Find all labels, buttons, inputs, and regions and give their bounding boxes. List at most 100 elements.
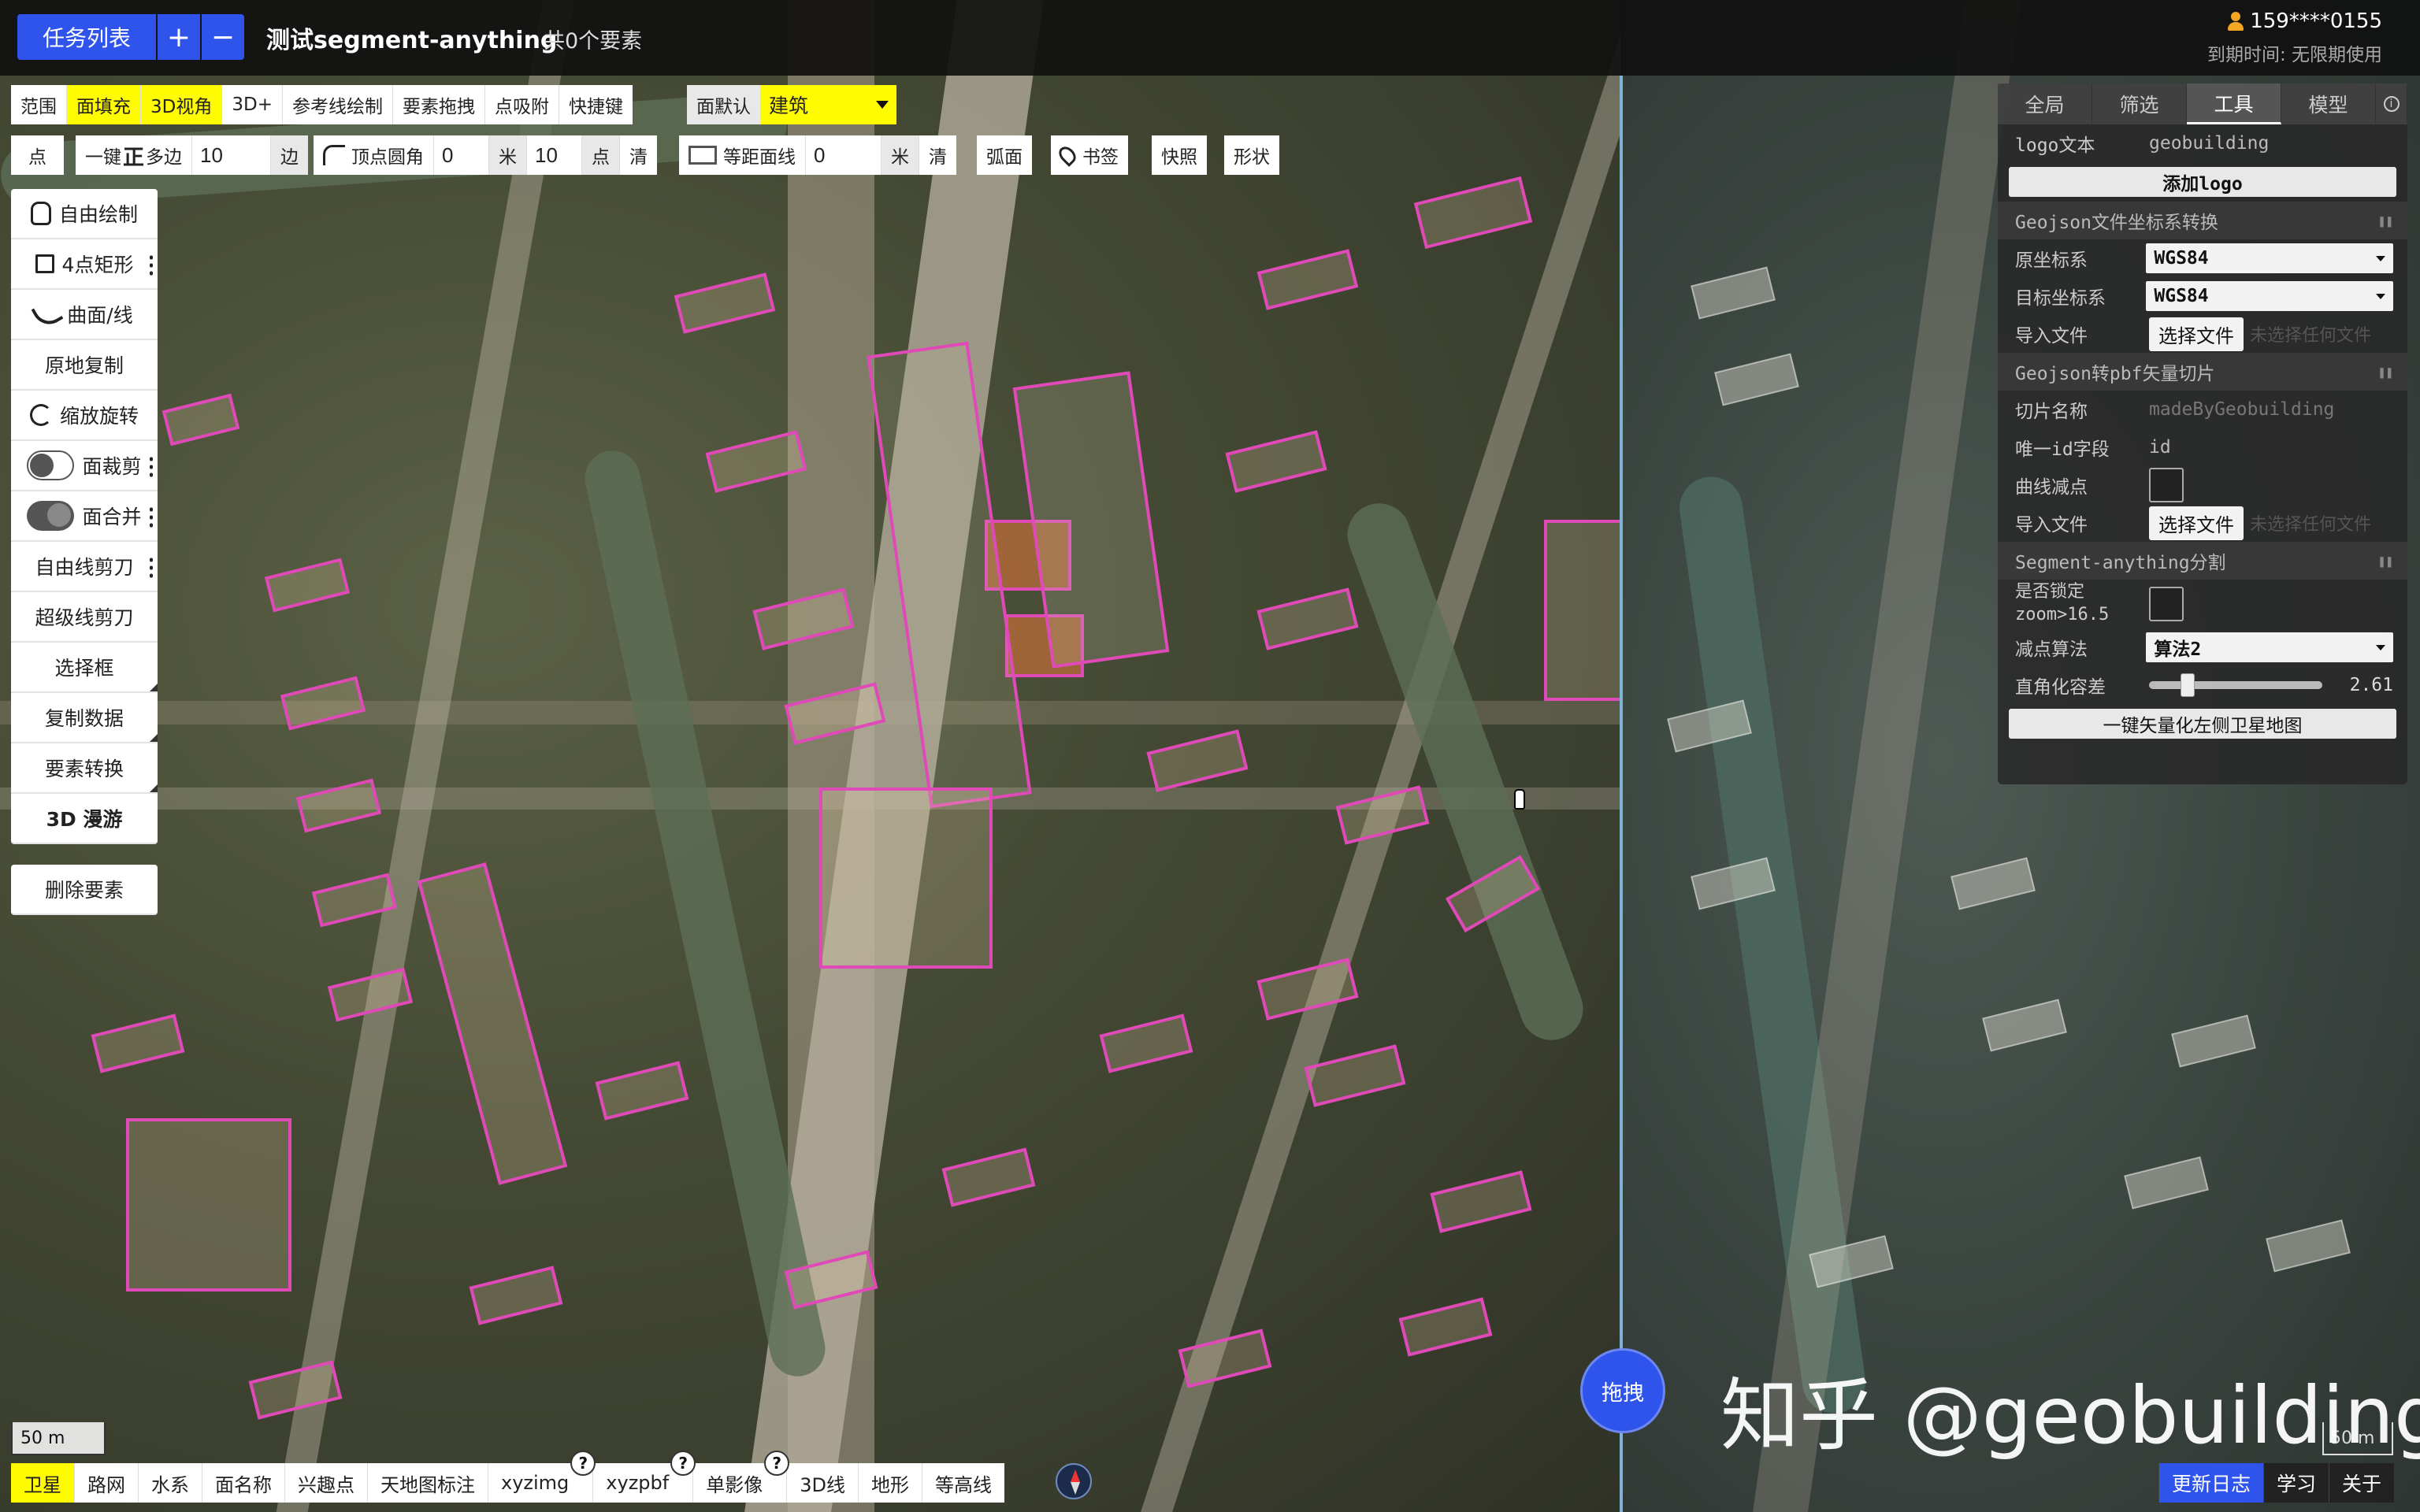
sam-section[interactable]: Segment-anything分割 ❚❚ <box>1998 542 2407 580</box>
scale-rotate-button[interactable]: 缩放旋转 <box>11 391 158 441</box>
src-crs-select[interactable]: WGS84 <box>2146 243 2393 273</box>
clear-equidistant-button[interactable]: 清 <box>919 135 956 175</box>
roam-3d-button[interactable]: 3D 漫游 <box>11 794 158 844</box>
map-polygon[interactable] <box>1099 1014 1193 1073</box>
help-icon[interactable]: ? <box>670 1451 696 1476</box>
feature-drag-button[interactable]: 要素拖拽 <box>392 85 485 124</box>
layer-poi[interactable]: 兴趣点 <box>285 1463 368 1503</box>
rect4-button[interactable]: 4点矩形 <box>11 239 158 290</box>
lock-zoom-checkbox[interactable] <box>2149 587 2184 621</box>
map-polygon[interactable] <box>469 1266 563 1325</box>
tab-filter[interactable]: 筛选 <box>2092 83 2187 124</box>
pbf-section[interactable]: Geojson转pbf矢量切片 ❚❚ <box>1998 353 2407 391</box>
range-button[interactable]: 范围 <box>11 85 67 124</box>
help-icon[interactable]: ? <box>764 1451 790 1476</box>
map-polygon[interactable] <box>1413 176 1533 250</box>
fill-toggle[interactable]: 面填充 <box>67 85 141 124</box>
bookmark-button[interactable]: 书签 <box>1051 135 1128 175</box>
layer-roads[interactable]: 路网 <box>75 1463 139 1503</box>
view-3d-toggle[interactable]: 3D视角 <box>141 85 223 124</box>
map-polygon[interactable] <box>1178 1329 1272 1388</box>
split-divider[interactable] <box>1620 76 1623 1512</box>
face-clip-button[interactable]: 面裁剪 <box>11 441 158 491</box>
layer-satellite[interactable]: 卫星 <box>11 1463 75 1503</box>
free-cut-button[interactable]: 自由线剪刀 <box>11 542 158 592</box>
map-polygon[interactable] <box>264 558 351 613</box>
more-options-icon[interactable] <box>150 556 153 578</box>
map-polygon[interactable] <box>280 676 366 731</box>
map-polygon[interactable] <box>1256 249 1359 310</box>
map-polygon[interactable] <box>941 1147 1036 1207</box>
add-task-button[interactable]: + <box>158 14 200 60</box>
super-cut-button[interactable]: 超级线剪刀 <box>11 592 158 643</box>
panel-info-button[interactable]: i <box>2376 83 2407 124</box>
map-polygon[interactable] <box>752 587 855 650</box>
tile-name-input[interactable]: madeByGeobuilding <box>2149 399 2393 420</box>
round-radius-input[interactable] <box>434 135 489 175</box>
curve-button[interactable]: 曲面/线 <box>11 290 158 340</box>
map-polygon[interactable] <box>819 788 993 969</box>
layer-tianditu-labels[interactable]: 天地图标注 <box>368 1463 488 1503</box>
help-icon[interactable]: ? <box>570 1451 596 1476</box>
more-options-icon[interactable] <box>150 455 153 477</box>
tab-tools[interactable]: 工具 <box>2187 83 2281 124</box>
select-box-button[interactable]: 选择框 <box>11 643 158 693</box>
layer-area-names[interactable]: 面名称 <box>202 1463 285 1503</box>
shape-button[interactable]: 形状 <box>1224 135 1279 175</box>
delete-feature-button[interactable]: 删除要素 <box>11 865 158 915</box>
ref-line-button[interactable]: 参考线绘制 <box>282 85 393 124</box>
point-button[interactable]: 点 <box>11 135 64 175</box>
logo-text-input[interactable]: geobuilding <box>2149 133 2393 154</box>
vertex-round-button[interactable]: 顶点圆角 <box>314 135 434 175</box>
sides-input[interactable] <box>192 135 271 175</box>
update-log-button[interactable]: 更新日志 <box>2158 1463 2264 1503</box>
point-snap-button[interactable]: 点吸附 <box>484 85 559 124</box>
map-polygon[interactable] <box>1256 587 1359 650</box>
tab-global[interactable]: 全局 <box>1998 83 2092 124</box>
copy-in-place-button[interactable]: 原地复制 <box>11 340 158 391</box>
task-list-button[interactable]: 任务列表 <box>17 14 156 60</box>
clear-round-button[interactable]: 清 <box>620 135 657 175</box>
map-polygon[interactable] <box>1146 729 1249 792</box>
layer-terrain[interactable]: 地形 <box>858 1463 922 1503</box>
right-angle-slider[interactable] <box>2149 673 2322 697</box>
map-polygon[interactable] <box>126 1118 291 1292</box>
map-polygon[interactable] <box>1398 1297 1493 1357</box>
hotkey-button[interactable]: 快捷键 <box>559 85 633 124</box>
free-draw-button[interactable]: 自由绘制 <box>11 189 158 239</box>
layer-contours[interactable]: 等高线 <box>922 1463 1004 1503</box>
layer-xyzimg[interactable]: xyzimg ? <box>488 1451 596 1503</box>
one-key-label[interactable]: 一键 <box>76 135 121 175</box>
snapshot-button[interactable]: 快照 <box>1152 135 1207 175</box>
vectorize-button[interactable]: 一键矢量化左侧卫星地图 <box>2009 709 2396 739</box>
equidistant-button[interactable]: 等距面线 <box>679 135 806 175</box>
map-polygon[interactable] <box>1225 430 1327 493</box>
map-polygon[interactable] <box>1430 1170 1532 1233</box>
layer-xyzpbf[interactable]: xyzpbf ? <box>593 1451 696 1503</box>
map-polygon[interactable] <box>417 862 568 1185</box>
map-polygon[interactable] <box>295 778 382 833</box>
map-polygon[interactable] <box>705 430 807 493</box>
map-polygon[interactable] <box>161 393 240 447</box>
about-button[interactable]: 关于 <box>2329 1463 2395 1503</box>
round-points-input[interactable] <box>527 135 582 175</box>
map-polygon[interactable] <box>91 1014 185 1073</box>
compass-icon[interactable] <box>1056 1463 1092 1499</box>
add-logo-button[interactable]: 添加logo <box>2009 167 2396 197</box>
unique-id-input[interactable]: id <box>2149 437 2393 458</box>
convert-button[interactable]: 要素转换 <box>11 743 158 794</box>
tab-model[interactable]: 模型 <box>2281 83 2376 124</box>
plus-3d-button[interactable]: 3D+ <box>222 85 283 124</box>
remove-task-button[interactable]: − <box>202 14 244 60</box>
slider-thumb[interactable] <box>2181 673 2195 697</box>
more-options-icon[interactable] <box>150 254 153 276</box>
dst-crs-select[interactable]: WGS84 <box>2146 281 2393 311</box>
arc-button[interactable]: 弧面 <box>977 135 1032 175</box>
geojson-convert-section[interactable]: Geojson文件坐标系转换 ❚❚ <box>1998 202 2407 239</box>
equidistant-input[interactable] <box>806 135 882 175</box>
choose-file-button[interactable]: 选择文件 <box>2149 317 2244 351</box>
layer-3d-lines[interactable]: 3D线 <box>787 1463 859 1503</box>
layer-water[interactable]: 水系 <box>139 1463 202 1503</box>
choose-file2-button[interactable]: 选择文件 <box>2149 506 2244 540</box>
drag-button[interactable]: 拖拽 <box>1580 1348 1665 1433</box>
